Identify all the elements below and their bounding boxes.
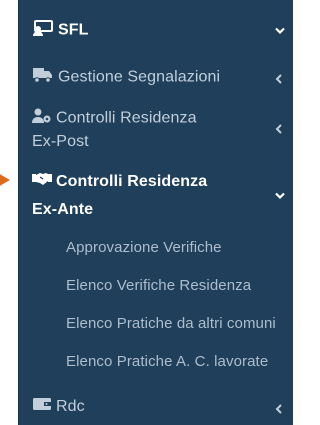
chevron-left-icon xyxy=(275,404,283,414)
sidebar-menu: SFL Gestione Segnalazioni Controlli Resi… xyxy=(18,0,293,425)
user-gear-icon xyxy=(32,108,52,129)
wallet-icon xyxy=(32,397,52,416)
menu-item-controlli-residenza-ex-ante[interactable]: Controlli Residenza Ex-Ante xyxy=(19,168,293,220)
submenu-item-approvazione-verifiche[interactable]: Approvazione Verifiche xyxy=(19,238,293,260)
submenu-item-elenco-pratiche-altri-comuni[interactable]: Elenco Pratiche da altri comuni xyxy=(19,314,293,336)
handshake-icon xyxy=(32,172,52,191)
menu-item-label: SFL xyxy=(58,21,89,39)
people-chalkboard-icon xyxy=(32,20,54,41)
selection-pointer-arrow xyxy=(0,172,10,188)
menu-item-label: Gestione Segnalazioni xyxy=(58,68,221,86)
menu-item-label-line2: Ex-Post xyxy=(32,133,89,150)
chevron-left-icon xyxy=(275,124,283,134)
menu-item-rdc[interactable]: Rdc xyxy=(19,396,293,420)
menu-item-label: Rdc xyxy=(56,398,85,415)
menu-item-sfl[interactable]: SFL xyxy=(19,18,293,44)
submenu-item-label: Approvazione Verifiche xyxy=(66,239,222,256)
chevron-down-icon xyxy=(275,27,285,35)
submenu-item-elenco-verifiche-residenza[interactable]: Elenco Verifiche Residenza xyxy=(19,276,293,298)
submenu-item-label: Elenco Pratiche A. C. lavorate xyxy=(66,353,269,370)
chevron-left-icon xyxy=(275,74,283,84)
submenu-item-label: Elenco Pratiche da altri comuni xyxy=(66,315,276,332)
menu-item-label-line1: Controlli Residenza xyxy=(56,109,197,127)
menu-item-label-line2: Ex-Ante xyxy=(32,201,94,218)
menu-item-label-line1: Controlli Residenza xyxy=(56,173,208,190)
submenu-item-elenco-pratiche-ac-lavorate[interactable]: Elenco Pratiche A. C. lavorate xyxy=(19,352,293,374)
chevron-down-icon xyxy=(275,192,285,200)
submenu-item-label: Elenco Verifiche Residenza xyxy=(66,277,252,294)
menu-item-gestione-segnalazioni[interactable]: Gestione Segnalazioni xyxy=(19,66,293,90)
truck-icon xyxy=(32,67,54,88)
menu-item-controlli-residenza-ex-post[interactable]: Controlli Residenza Ex-Post xyxy=(19,106,293,154)
